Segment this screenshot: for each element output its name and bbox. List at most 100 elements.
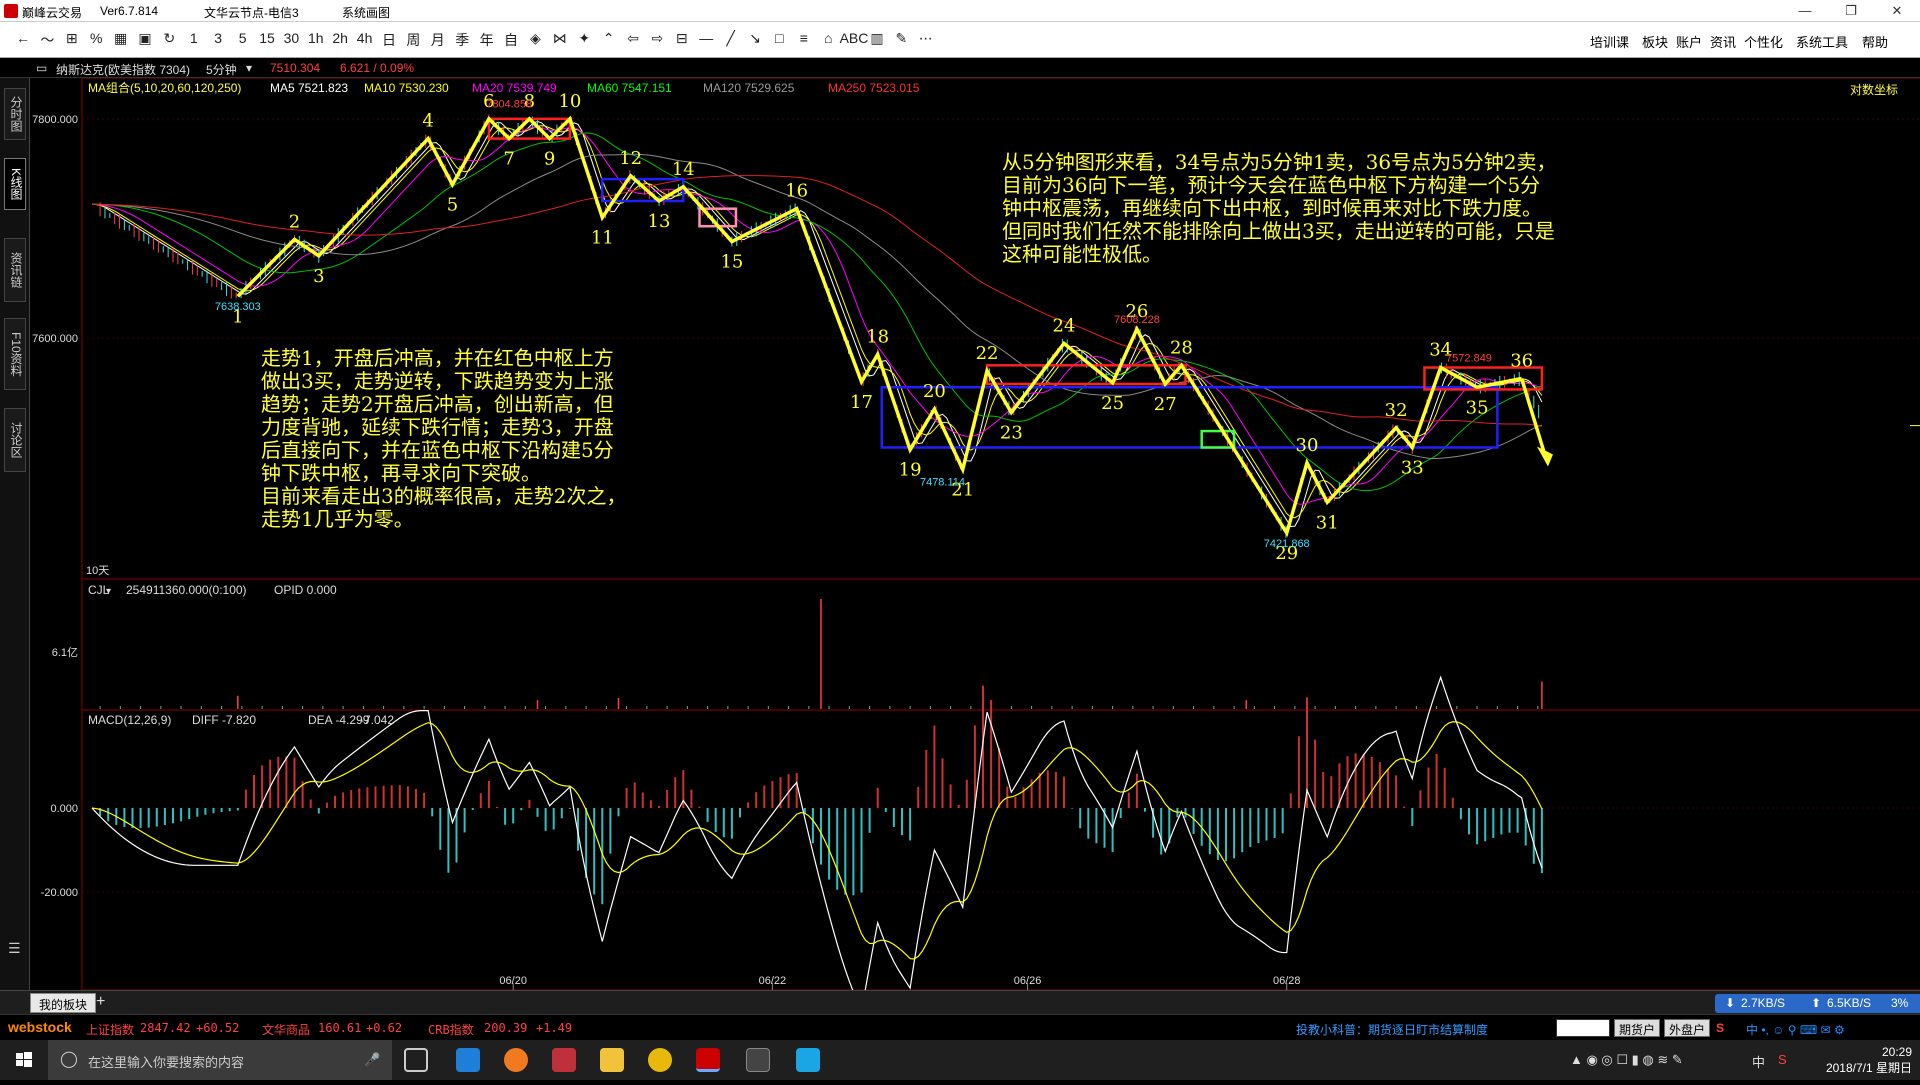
ticker-value-0: 2847.42 [140,1021,191,1035]
toolbar-text[interactable]: ABC [840,30,869,46]
toolbar-custom[interactable]: 自 [498,30,524,50]
toolbar-back[interactable]: ← [10,30,36,46]
toolbar-h2[interactable]: 2h [327,30,353,46]
ticker-name-1[interactable]: 文华商品 [262,1021,310,1038]
toolbar-month[interactable]: 月 [425,30,451,50]
menu-icon[interactable]: ☰ [8,940,21,957]
account-menu[interactable]: 账户 [1676,32,1702,51]
toolbar-quarter[interactable]: 季 [449,30,475,50]
ime-indicator[interactable]: 中 [1752,1052,1765,1071]
tab-kline[interactable]: K线图 [4,158,26,210]
help-menu[interactable]: 帮助 [1862,32,1888,51]
task-view-icon[interactable] [404,1048,428,1072]
sectors-menu[interactable]: 板块 [1642,32,1668,51]
toolbar-wave[interactable]: 〜 [34,30,60,50]
toolbar-m30[interactable]: 30 [278,30,304,46]
toolbar-channel[interactable]: ≡ [791,30,817,46]
news-menu[interactable]: 资讯 [1710,32,1736,51]
toolbar-shape-d[interactable]: ⌃ [596,30,622,47]
wenhua-app-icon[interactable] [552,1048,576,1072]
system-tools-menu[interactable]: 系统工具 [1796,32,1848,51]
wps-icon[interactable] [796,1048,820,1072]
toolbar-rect[interactable]: □ [766,30,792,46]
education-tip[interactable]: 投教小科普：期货逐日盯市结算制度 [1296,1021,1488,1038]
toolbar-shape-b[interactable]: ⋈ [547,30,573,47]
restore-icon[interactable]: ❐ [1828,0,1874,22]
toolbar-fill[interactable]: ▥ [864,30,890,47]
edge-browser-icon[interactable] [456,1048,480,1072]
chevron-down-icon[interactable]: ▾ [106,586,111,597]
tab-discussion[interactable]: 讨论区 [4,408,26,472]
toolbar-h4[interactable]: 4h [352,30,378,46]
toolbar-trendline[interactable]: ╱ [718,30,744,47]
taskbar-search[interactable]: ◯ 在这里输入你要搜索的内容 🎤 [48,1040,392,1080]
module-name[interactable]: 系统画图 [342,4,390,21]
tab-news[interactable]: 资讯链 [4,238,26,302]
fx-account-button[interactable]: 外盘户 [1664,1019,1711,1037]
toolbar-home[interactable]: ⌂ [815,30,841,46]
system-tray-icons[interactable]: ▲ ◉ ◎ ☐ ▮ ◍ ≋ ✎ [1570,1052,1683,1068]
extreme-price-label: 7608.228 [1114,314,1160,326]
trading-app-active-icon[interactable] [696,1048,720,1072]
tab-intraday[interactable]: 分时图 [4,88,26,140]
wave-point-label: 3 [313,266,324,287]
training-menu[interactable]: 培训课 [1590,32,1629,51]
toolbar-m5[interactable]: 5 [230,30,256,46]
ticker-name-0[interactable]: 上证指数 [86,1021,134,1038]
clock[interactable]: 20:29 2018/7/1 星期日 [1826,1044,1912,1076]
toolbar-percent[interactable]: % [83,30,109,46]
ime-tray-icons[interactable]: 中 •, ☺ ⚲ ⌨ ✉ ⚙ [1746,1021,1845,1038]
ma-legend-label[interactable]: MA组合(5,10,20,60,120,250) [88,80,241,95]
period-selector[interactable]: 5分钟 [206,61,237,78]
ticker-value-2: 200.39 [484,1021,528,1035]
toolbar-refresh[interactable]: ↻ [156,30,182,47]
browser-360-icon[interactable] [504,1048,528,1072]
kline-chart[interactable]: 1234567891011121314151617181920212223242… [30,78,1920,990]
code-input[interactable] [1556,1019,1610,1037]
minimize-icon[interactable]: — [1782,0,1828,22]
toolbar-next[interactable]: ⇨ [644,30,670,47]
microphone-icon[interactable]: 🎤 [364,1052,380,1068]
macd-axis-tick: 0.000 [50,803,78,815]
collapse-icon[interactable]: ▭ [36,61,47,75]
windows-start-icon[interactable] [0,1040,48,1080]
tab-my-sectors[interactable]: 我的板块 [30,993,97,1013]
futures-account-button[interactable]: 期货户 [1614,1019,1661,1037]
toolbar-hline[interactable]: — [693,30,719,46]
toolbar-m15[interactable]: 15 [254,30,280,46]
toolbar-shape-c[interactable]: ✦ [571,30,597,47]
toolbar-save[interactable]: ▣ [132,30,158,47]
toolbar-day[interactable]: 日 [376,30,402,50]
windows-taskbar: ◯ 在这里输入你要搜索的内容 🎤 ▲ ◉ ◎ ☐ ▮ ◍ ≋ ✎ 中 S 20:… [0,1040,1920,1080]
toolbar-year[interactable]: 年 [474,30,500,50]
toolbar-book[interactable]: ▦ [108,30,134,47]
ticker-name-2[interactable]: CRB指数 [428,1021,474,1038]
toolbar-more[interactable]: ⋯ [913,30,939,47]
wave-point-label: 2 [289,211,300,232]
macd-legend-label[interactable]: MACD(12,26,9) [88,713,171,727]
sogou-ime-icon[interactable]: S [1716,1021,1724,1035]
server-node[interactable]: 文华云节点-电信3 [204,4,299,21]
personalize-menu[interactable]: 个性化 [1744,32,1783,51]
music-app-icon[interactable] [648,1048,672,1072]
toolbar-m3[interactable]: 3 [205,30,231,46]
toolbar-layout[interactable]: ⊟ [669,30,695,47]
toolbar-pen[interactable]: ✎ [888,30,914,47]
tab-f10[interactable]: F10资料 [4,318,26,390]
wave-point-label: 24 [1053,315,1076,336]
toolbar-prev[interactable]: ⇦ [620,30,646,47]
toolbar-shape-a[interactable]: ◈ [522,30,548,47]
file-explorer-icon[interactable] [600,1048,624,1072]
sogou-tray-icon[interactable]: S [1778,1052,1787,1067]
toolbar-week[interactable]: 周 [400,30,426,50]
close-icon[interactable]: ✕ [1874,0,1920,22]
chevron-down-icon[interactable]: ▾ [246,61,252,75]
toolbar-bars[interactable]: ⊞ [59,30,85,47]
instrument-name[interactable]: 纳斯达克(欧美指数 7304) [56,61,190,78]
toolbar-m1[interactable]: 1 [181,30,207,46]
calculator-icon[interactable] [746,1048,770,1072]
toolbar-h1[interactable]: 1h [303,30,329,46]
add-tab-icon[interactable]: + [96,993,105,1011]
log-scale-toggle[interactable]: 对数坐标 [1850,82,1898,97]
toolbar-ray[interactable]: ↘ [742,30,768,47]
